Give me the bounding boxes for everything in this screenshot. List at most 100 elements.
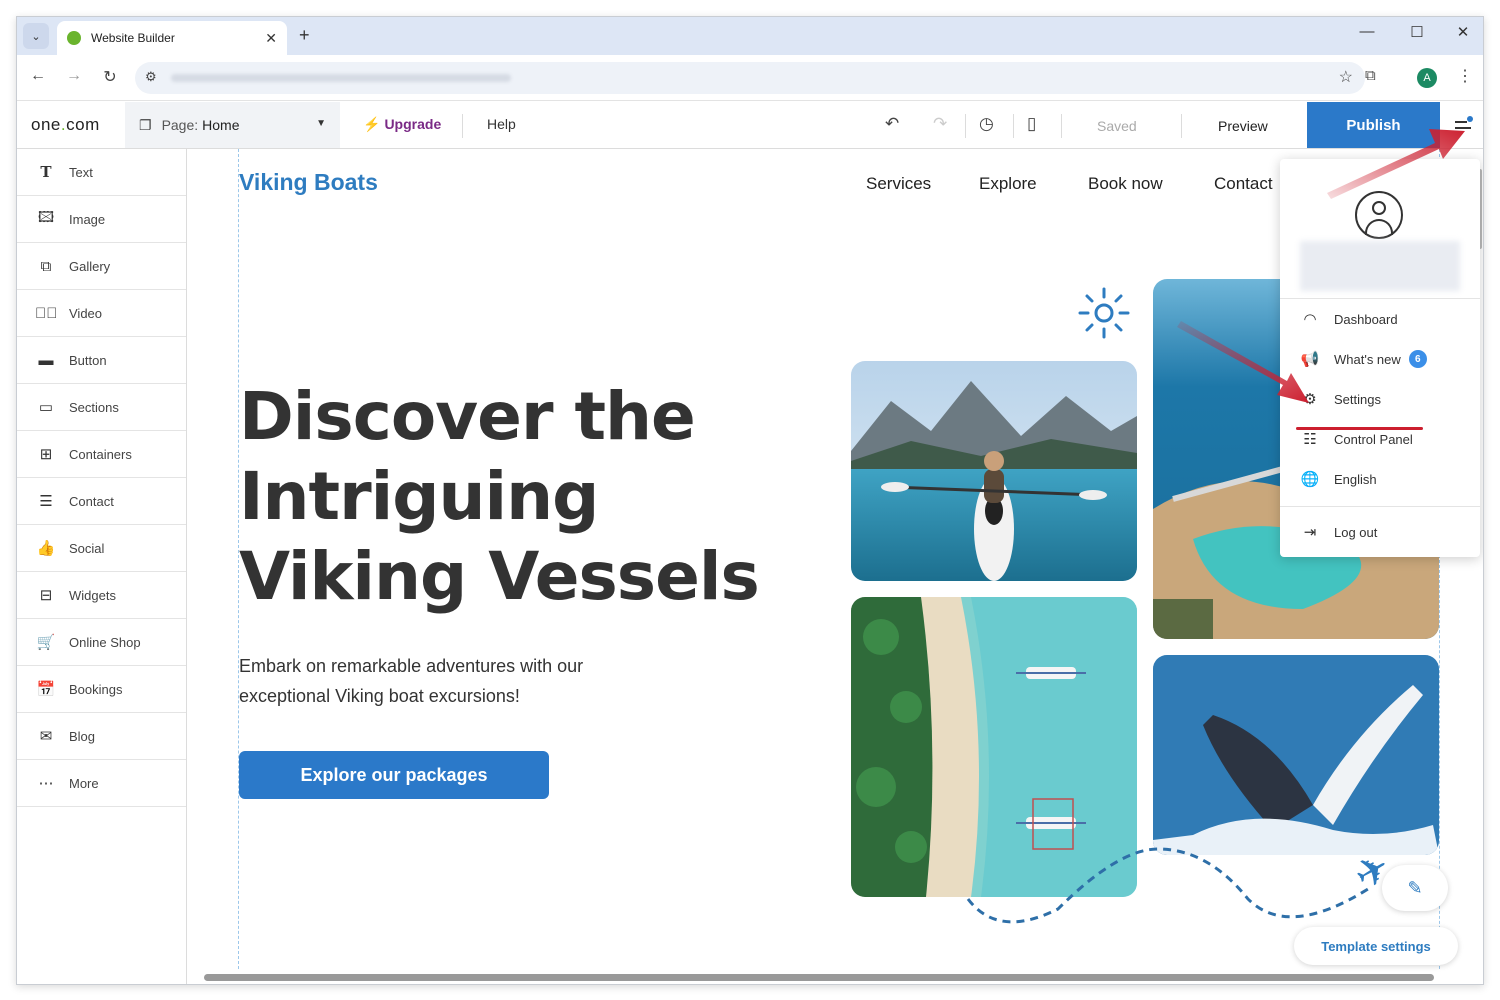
divider [1280, 506, 1480, 507]
hero-line: Discover the [239, 378, 696, 455]
sun-icon [1078, 287, 1130, 339]
sidebar-item-widgets[interactable]: ⊟ Widgets [17, 572, 186, 619]
text-icon: T [40, 163, 52, 181]
design-settings-button[interactable]: ✎ [1382, 865, 1448, 911]
sliders-icon: ☷ [1303, 431, 1317, 448]
menu-item-dashboard[interactable]: ◠ Dashboard [1298, 307, 1397, 331]
reload-icon[interactable]: ↻ [99, 67, 121, 87]
horizontal-scrollbar[interactable] [188, 972, 1468, 982]
page-value: Home [202, 117, 240, 133]
menu-item-settings[interactable]: ⚙ Settings [1298, 387, 1381, 411]
site-brand[interactable]: Viking Boats [239, 169, 378, 196]
divider [1013, 114, 1014, 138]
page-icon: ❐ [139, 116, 152, 133]
site-nav-book-now[interactable]: Book now [1088, 174, 1163, 194]
sidebar-item-text[interactable]: T Text [17, 149, 186, 196]
kayak-lake-photo[interactable] [851, 361, 1137, 581]
site-nav-services[interactable]: Services [866, 174, 931, 194]
url-field[interactable]: ⚙ ☆ [135, 62, 1365, 94]
globe-icon: 🌐 [1300, 471, 1320, 488]
sidebar-item-more[interactable]: ⋯ More [17, 760, 186, 807]
whale-breach-photo[interactable] [1153, 655, 1439, 855]
minimize-button[interactable]: — [1347, 23, 1387, 40]
onecom-logo[interactable]: one.com [31, 115, 100, 135]
palette-icon: ✎ [1407, 877, 1423, 898]
bookmark-star-icon[interactable]: ☆ [1339, 67, 1353, 87]
hero-title[interactable]: Discover the Intriguing Viking Vessels [239, 377, 799, 617]
extensions-icon[interactable]: ⧉ [1365, 67, 1376, 84]
site-nav-contact[interactable]: Contact [1214, 174, 1273, 194]
menu-item-label: Control Panel [1334, 431, 1413, 447]
bolt-icon: ⚡ [363, 116, 381, 132]
site-settings-icon[interactable]: ⚙ [145, 69, 157, 85]
account-menu-icon[interactable] [1455, 116, 1473, 132]
sidebar-item-contact[interactable]: ☰ Contact [17, 478, 186, 525]
sidebar-item-label: Containers [69, 446, 132, 462]
publish-button[interactable]: Publish [1307, 102, 1440, 148]
menu-item-logout[interactable]: ⇥ Log out [1298, 520, 1378, 544]
divider [1061, 114, 1062, 138]
new-tab-button[interactable]: + [299, 25, 310, 46]
divider [1280, 298, 1480, 299]
redo-icon[interactable]: ↷ [933, 114, 947, 134]
history-icon[interactable]: ◷ [979, 114, 994, 134]
profile-avatar[interactable]: A [1417, 68, 1437, 88]
url-text-blurred [171, 74, 511, 82]
bookings-icon: 📅 [36, 681, 56, 698]
mobile-view-icon[interactable]: ▯ [1027, 114, 1036, 134]
divider [965, 114, 966, 138]
sidebar-item-gallery[interactable]: ⧉ Gallery [17, 243, 186, 290]
sidebar-item-sections[interactable]: ▭ Sections [17, 384, 186, 431]
menu-item-control-panel[interactable]: ☷ Control Panel [1298, 427, 1413, 451]
divider [1181, 114, 1182, 138]
template-settings-button[interactable]: Template settings [1294, 927, 1458, 965]
logo-text-com: com [66, 115, 100, 134]
sidebar-item-video[interactable]: ▶⃝ Video [17, 290, 186, 337]
logout-icon: ⇥ [1303, 524, 1317, 541]
gallery-icon: ⧉ [40, 257, 52, 275]
site-nav-explore[interactable]: Explore [979, 174, 1037, 194]
browser-window: ⌄ Website Builder ✕ + — ☐ ✕ ← → ↻ ⚙ ☆ ⧉ … [16, 16, 1484, 985]
sidebar-item-image[interactable]: 🖾 Image [17, 196, 186, 243]
sidebar-item-containers[interactable]: ⊞ Containers [17, 431, 186, 478]
tab-close-icon[interactable]: ✕ [265, 30, 277, 47]
forward-icon[interactable]: → [63, 67, 85, 85]
undo-icon[interactable]: ↶ [885, 114, 899, 134]
sidebar-item-social[interactable]: 👍 Social [17, 525, 186, 572]
sidebar-item-label: Image [69, 211, 106, 227]
tab-search-button[interactable]: ⌄ [23, 23, 49, 49]
explore-packages-button[interactable]: Explore our packages [239, 751, 549, 799]
sidebar-item-label: Widgets [69, 587, 116, 603]
menu-item-label: What's new [1334, 351, 1401, 367]
page-label: Page: [161, 117, 199, 133]
sidebar-item-online-shop[interactable]: 🛒 Online Shop [17, 619, 186, 666]
close-window-button[interactable]: ✕ [1443, 23, 1483, 41]
sidebar-item-label: Online Shop [69, 634, 141, 650]
maximize-button[interactable]: ☐ [1397, 23, 1437, 41]
browser-tab[interactable]: Website Builder ✕ [57, 21, 287, 55]
browser-menu-icon[interactable]: ⋮ [1457, 66, 1473, 86]
more-icon: ⋯ [38, 775, 54, 792]
hero-subtitle[interactable]: Embark on remarkable adventures with our… [239, 651, 659, 711]
gear-icon: ⚙ [1303, 391, 1317, 408]
scrollbar-thumb[interactable] [204, 974, 1434, 981]
divider [462, 114, 463, 138]
megaphone-icon: 📢 [1300, 351, 1320, 368]
widgets-icon: ⊟ [39, 587, 53, 604]
sidebar-item-label: Blog [69, 728, 96, 744]
menu-item-language[interactable]: 🌐 English [1298, 467, 1377, 491]
menu-item-label: Settings [1334, 391, 1381, 407]
sidebar-item-label: Contact [69, 493, 114, 509]
preview-button[interactable]: Preview [1218, 118, 1268, 134]
sidebar-item-button[interactable]: ▬ Button [17, 337, 186, 384]
help-button[interactable]: Help [487, 116, 516, 132]
notification-dot [1467, 116, 1473, 122]
upgrade-button[interactable]: ⚡ Upgrade [363, 116, 441, 133]
blog-icon: ✉ [39, 728, 53, 745]
sidebar-item-bookings[interactable]: 📅 Bookings [17, 666, 186, 713]
sidebar-item-blog[interactable]: ✉ Blog [17, 713, 186, 760]
back-icon[interactable]: ← [27, 67, 49, 85]
menu-item-whats-new[interactable]: 📢 What's new 6 [1298, 347, 1427, 371]
menu-item-label: Log out [1334, 524, 1378, 540]
page-selector[interactable]: ❐ Page: Home ▼ [125, 102, 340, 148]
